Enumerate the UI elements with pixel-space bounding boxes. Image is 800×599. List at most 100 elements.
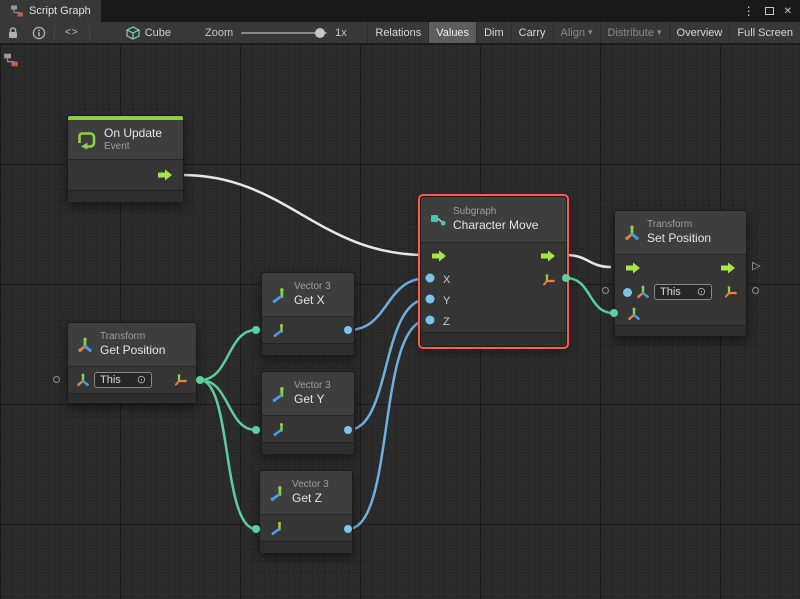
wire-getposition-to-getx[interactable] xyxy=(200,330,256,380)
wire-getposition-to-gety[interactable] xyxy=(200,380,256,430)
vector-output-port-icon[interactable] xyxy=(724,285,738,299)
target-object-field[interactable]: This ⊙ xyxy=(654,284,712,300)
vector-output-port-icon[interactable] xyxy=(542,273,556,287)
fullscreen-button[interactable]: Full Screen xyxy=(729,22,800,43)
script-graph-window: Script Graph ⋮ ✕ <> Cube Zoom 1x Relatio… xyxy=(0,0,800,599)
wire-charactermove-out-to-setposition-value[interactable] xyxy=(566,278,613,313)
target-value: This xyxy=(100,374,121,386)
node-title: Get Y xyxy=(294,392,331,407)
unconnected-value-port[interactable] xyxy=(752,287,759,294)
transform-axis-icon xyxy=(76,373,90,387)
zoom-slider[interactable] xyxy=(241,32,327,34)
node-category: Vector 3 xyxy=(294,281,331,294)
align-button[interactable]: Align▾ xyxy=(553,22,600,43)
toolbar-separator xyxy=(54,26,55,40)
node-category: Vector 3 xyxy=(294,380,331,393)
target-input-port[interactable] xyxy=(623,288,632,297)
tab-script-graph[interactable]: Script Graph xyxy=(0,0,101,22)
carry-button[interactable]: Carry xyxy=(511,22,553,43)
graph-canvas[interactable]: On Update Event Subgraph Character Move xyxy=(0,44,800,599)
code-view-icon[interactable]: <> xyxy=(57,27,87,38)
vector-input-port-icon[interactable] xyxy=(272,422,286,436)
port-label-x: X xyxy=(431,274,450,286)
node-on-update[interactable]: On Update Event xyxy=(67,115,184,203)
vector-input-port-icon[interactable] xyxy=(272,323,286,337)
vector-input-port-icon[interactable] xyxy=(270,521,284,535)
node-footer xyxy=(262,442,354,454)
node-footer xyxy=(260,541,352,553)
port-label-y: Y xyxy=(431,295,450,307)
node-title: Get Position xyxy=(100,343,165,358)
vector-output-port-icon[interactable] xyxy=(174,373,188,387)
transform-axis-icon xyxy=(636,285,650,299)
tab-title: Script Graph xyxy=(29,5,91,17)
graph-toolbar: <> Cube Zoom 1x Relations Values Dim Car… xyxy=(0,22,800,44)
flow-output-port[interactable] xyxy=(540,250,556,262)
transform-icon xyxy=(624,225,640,241)
on-update-icon xyxy=(77,130,97,150)
lock-icon[interactable] xyxy=(0,22,26,43)
node-footer xyxy=(68,190,183,202)
node-footer xyxy=(68,393,196,403)
node-character-move[interactable]: Subgraph Character Move X Y Z xyxy=(420,196,567,347)
flow-output-port[interactable] xyxy=(720,262,736,274)
node-category: Vector 3 xyxy=(292,479,329,492)
transform-icon xyxy=(77,337,93,353)
maximize-icon[interactable] xyxy=(765,7,774,15)
overview-button[interactable]: Overview xyxy=(669,22,730,43)
node-get-x[interactable]: Vector 3 Get X xyxy=(261,272,355,356)
node-category: Transform xyxy=(647,219,711,232)
zoom-control: Zoom 1x xyxy=(205,27,347,39)
wire-getx-to-charactermove-x[interactable] xyxy=(348,278,428,330)
vector3-icon xyxy=(269,485,285,501)
zoom-slider-handle[interactable] xyxy=(315,28,325,38)
node-footer xyxy=(262,343,354,355)
toolbar-buttons: Relations Values Dim Carry Align▾ Distri… xyxy=(367,22,800,43)
unconnected-flow-port[interactable]: ▷ xyxy=(752,261,760,272)
node-get-position[interactable]: Transform Get Position This ⊙ xyxy=(67,322,197,404)
window-menu-icon[interactable]: ⋮ xyxy=(743,4,755,18)
unconnected-value-port[interactable] xyxy=(53,376,60,383)
unconnected-value-port[interactable] xyxy=(602,287,609,294)
chevron-down-icon: ▾ xyxy=(657,27,662,38)
node-get-y[interactable]: Vector 3 Get Y xyxy=(261,371,355,455)
flow-output-port[interactable] xyxy=(157,169,173,181)
dim-button[interactable]: Dim xyxy=(476,22,511,43)
vector3-icon xyxy=(271,287,287,303)
distribute-button[interactable]: Distribute▾ xyxy=(600,22,669,43)
vector3-icon xyxy=(271,386,287,402)
object-picker-icon[interactable]: ⊙ xyxy=(137,375,146,386)
node-title: Set Position xyxy=(647,231,711,246)
wire-charactermove-to-setposition[interactable] xyxy=(566,255,611,267)
node-title: Get X xyxy=(294,293,331,308)
cube-icon xyxy=(126,26,140,40)
node-category: Subgraph xyxy=(453,206,538,219)
node-category: Transform xyxy=(100,331,165,344)
node-title: Character Move xyxy=(453,218,538,233)
target-object-field[interactable]: This ⊙ xyxy=(94,372,152,388)
vector-input-port-icon[interactable] xyxy=(627,307,641,321)
flow-input-port[interactable] xyxy=(431,250,447,262)
info-icon[interactable] xyxy=(26,22,52,43)
node-title: Get Z xyxy=(292,491,329,506)
inspector-toggle-icon[interactable] xyxy=(3,52,19,68)
node-title: On Update xyxy=(104,126,162,141)
node-get-z[interactable]: Vector 3 Get Z xyxy=(259,470,353,554)
flow-input-port[interactable] xyxy=(625,262,641,274)
relations-button[interactable]: Relations xyxy=(367,22,428,43)
toolbar-separator xyxy=(89,26,90,40)
node-category: Event xyxy=(104,141,162,154)
wire-onupdate-to-charactermove[interactable] xyxy=(182,175,426,255)
graph-target-picker[interactable]: Cube xyxy=(118,26,179,40)
window-tab-bar: Script Graph ⋮ ✕ xyxy=(0,0,800,22)
close-icon[interactable]: ✕ xyxy=(784,6,792,17)
script-graph-icon xyxy=(10,4,24,18)
node-footer xyxy=(421,332,566,346)
target-value: This xyxy=(660,286,681,298)
values-button[interactable]: Values xyxy=(428,22,476,43)
node-set-position[interactable]: Transform Set Position This ⊙ xyxy=(614,210,747,337)
zoom-label: Zoom xyxy=(205,27,233,39)
window-controls: ⋮ ✕ xyxy=(735,0,800,22)
graph-target-name: Cube xyxy=(145,27,171,39)
object-picker-icon[interactable]: ⊙ xyxy=(697,287,706,298)
